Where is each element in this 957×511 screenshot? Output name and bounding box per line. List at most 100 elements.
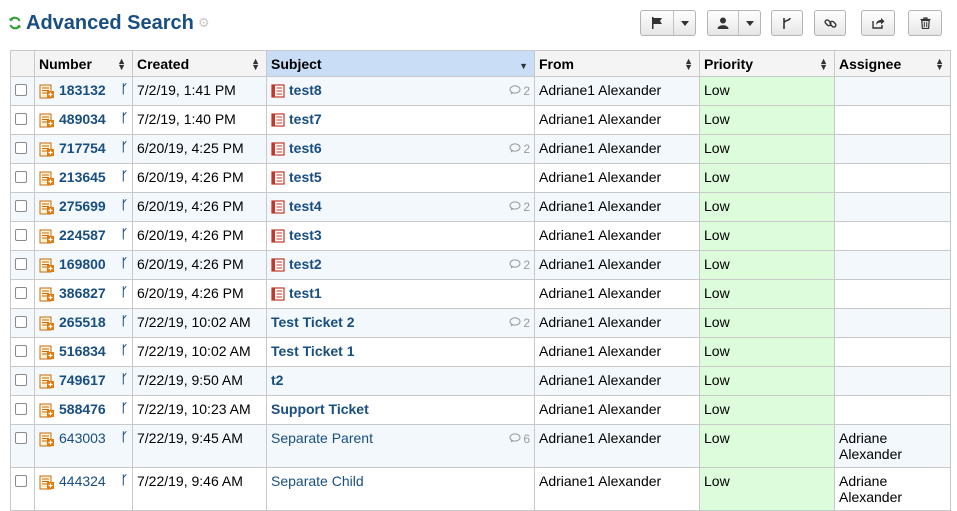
- number-cell: 516834 ᚴ: [34, 337, 133, 367]
- table-row[interactable]: 516834 ᚴ 7/22/19, 10:02 AM Test Ticket 1 Adr…: [10, 337, 951, 367]
- subject-link[interactable]: Test Ticket 2: [271, 314, 355, 330]
- subject-link[interactable]: test3: [289, 227, 322, 243]
- merge-icon[interactable]: ᚴ: [121, 169, 128, 183]
- ticket-number-link[interactable]: 386827: [59, 285, 106, 301]
- row-checkbox[interactable]: [15, 432, 27, 444]
- ticket-number-link[interactable]: 265518: [59, 314, 106, 330]
- table-row[interactable]: 386827 ᚴ 6/20/19, 4:26 PM test1 Adriane1 Ale…: [10, 279, 951, 309]
- ticket-number-link[interactable]: 213645: [59, 169, 106, 185]
- assignee-cell: Adriane Alexander: [834, 467, 951, 511]
- sort-icon: ▲ ▼: [819, 56, 828, 72]
- table-row[interactable]: 169800 ᚴ 6/20/19, 4:26 PM test2 2 Adriane1 Al…: [10, 250, 951, 280]
- gear-icon[interactable]: ⚙: [198, 15, 210, 31]
- table-row[interactable]: 717754 ᚴ 6/20/19, 4:25 PM test6 2 Adriane1 Al…: [10, 134, 951, 164]
- merge-icon[interactable]: ᚴ: [121, 372, 128, 386]
- from-cell: Adriane1 Alexander: [534, 192, 700, 222]
- merge-icon[interactable]: ᚴ: [121, 198, 128, 212]
- merge-icon[interactable]: ᚴ: [121, 473, 128, 487]
- table-row[interactable]: 643003 ᚴ 7/22/19, 9:45 AM Separate Parent 6 A…: [10, 424, 951, 468]
- column-header-number[interactable]: Number ▲ ▼: [34, 50, 133, 77]
- subject-link[interactable]: test5: [289, 169, 322, 185]
- merge-icon[interactable]: ᚴ: [121, 111, 128, 125]
- row-checkbox[interactable]: [15, 258, 27, 270]
- subject-link[interactable]: test7: [289, 111, 322, 127]
- merge-icon[interactable]: ᚴ: [121, 401, 128, 415]
- row-checkbox[interactable]: [15, 345, 27, 357]
- row-checkbox[interactable]: [15, 374, 27, 386]
- table-row[interactable]: 588476 ᚴ 7/22/19, 10:23 AM Support Ticket Ad…: [10, 395, 951, 425]
- subject-link[interactable]: Separate Parent: [271, 430, 373, 446]
- ticket-number-link[interactable]: 643003: [59, 430, 106, 446]
- merge-icon[interactable]: ᚴ: [121, 430, 128, 444]
- merge-icon[interactable]: ᚴ: [121, 256, 128, 270]
- table-row[interactable]: 489034 ᚴ 7/2/19, 1:40 PM test7 Adriane1 Alex…: [10, 105, 951, 135]
- column-header-from[interactable]: From ▲ ▼: [534, 50, 700, 77]
- assignee-cell: [834, 134, 951, 164]
- share-button[interactable]: [861, 10, 895, 36]
- from-cell: Adriane1 Alexander: [534, 221, 700, 251]
- subject-link[interactable]: test1: [289, 285, 322, 301]
- ticket-number-link[interactable]: 516834: [59, 343, 106, 359]
- column-header-subject[interactable]: Subject ▼: [266, 50, 535, 77]
- subject-cell: test1: [266, 279, 535, 309]
- link-button[interactable]: [814, 10, 846, 36]
- row-checkbox[interactable]: [15, 171, 27, 183]
- subject-link[interactable]: Support Ticket: [271, 401, 369, 417]
- ticket-number-link[interactable]: 717754: [59, 140, 106, 156]
- row-checkbox[interactable]: [15, 84, 27, 96]
- subject-link[interactable]: test6: [289, 140, 322, 156]
- merge-button[interactable]: [771, 10, 803, 36]
- column-header-assignee[interactable]: Assignee ▲ ▼: [834, 50, 951, 77]
- sort-desc-icon: ▼: [519, 61, 528, 71]
- assignee-cell: [834, 105, 951, 135]
- created-cell: 6/20/19, 4:26 PM: [132, 221, 267, 251]
- merge-icon[interactable]: ᚴ: [121, 285, 128, 299]
- ticket-number-link[interactable]: 489034: [59, 111, 106, 127]
- column-header-label: From: [539, 55, 574, 72]
- row-checkbox[interactable]: [15, 287, 27, 299]
- table-row[interactable]: 444324 ᚴ 7/22/19, 9:46 AM Separate Child Adr…: [10, 467, 951, 511]
- assignee-cell: [834, 250, 951, 280]
- row-checkbox[interactable]: [15, 142, 27, 154]
- refresh-icon[interactable]: [8, 16, 22, 30]
- row-checkbox[interactable]: [15, 229, 27, 241]
- row-checkbox[interactable]: [15, 200, 27, 212]
- subject-link[interactable]: Test Ticket 1: [271, 343, 355, 359]
- row-checkbox[interactable]: [15, 316, 27, 328]
- column-header-priority[interactable]: Priority ▲ ▼: [699, 50, 835, 77]
- ticket-number-link[interactable]: 588476: [59, 401, 106, 417]
- ticket-number-link[interactable]: 275699: [59, 198, 106, 214]
- table-row[interactable]: 265518 ᚴ 7/22/19, 10:02 AM Test Ticket 2 2 Ad…: [10, 308, 951, 338]
- delete-button[interactable]: [908, 10, 942, 36]
- row-checkbox[interactable]: [15, 475, 27, 487]
- subject-link[interactable]: test2: [289, 256, 322, 272]
- ticket-number-link[interactable]: 749617: [59, 372, 106, 388]
- table-row[interactable]: 224587 ᚴ 6/20/19, 4:26 PM test3 Adriane1 Ale…: [10, 221, 951, 251]
- table-row[interactable]: 749617 ᚴ 7/22/19, 9:50 AM t2 Adriane1 Alexan…: [10, 366, 951, 396]
- merge-icon[interactable]: ᚴ: [121, 140, 128, 154]
- table-row[interactable]: 183132 ᚴ 7/2/19, 1:41 PM test8 2 Adriane1 Ale…: [10, 76, 951, 106]
- ticket-number-link[interactable]: 183132: [59, 82, 106, 98]
- flag-dropdown-button[interactable]: [640, 10, 696, 36]
- merge-icon[interactable]: ᚴ: [121, 314, 128, 328]
- merge-icon[interactable]: ᚴ: [121, 82, 128, 96]
- table-row[interactable]: 213645 ᚴ 6/20/19, 4:26 PM test5 Adriane1 Ale…: [10, 163, 951, 193]
- row-checkbox[interactable]: [15, 113, 27, 125]
- merge-icon[interactable]: ᚴ: [121, 227, 128, 241]
- ticket-number-link[interactable]: 444324: [59, 473, 106, 489]
- subject-link[interactable]: Separate Child: [271, 473, 364, 489]
- user-dropdown-button[interactable]: [707, 10, 761, 36]
- subject-link[interactable]: test4: [289, 198, 322, 214]
- subject-cell: t2: [266, 366, 535, 396]
- subject-link[interactable]: t2: [271, 372, 283, 388]
- ticket-icon: [39, 474, 55, 490]
- row-checkbox[interactable]: [15, 403, 27, 415]
- priority-cell: Low: [699, 221, 835, 251]
- subject-link[interactable]: test8: [289, 82, 322, 98]
- ticket-number-link[interactable]: 169800: [59, 256, 106, 272]
- user-icon: [708, 11, 738, 35]
- merge-icon[interactable]: ᚴ: [121, 343, 128, 357]
- table-row[interactable]: 275699 ᚴ 6/20/19, 4:26 PM test4 2 Adriane1 Al…: [10, 192, 951, 222]
- ticket-number-link[interactable]: 224587: [59, 227, 106, 243]
- column-header-created[interactable]: Created ▲ ▼: [132, 50, 267, 77]
